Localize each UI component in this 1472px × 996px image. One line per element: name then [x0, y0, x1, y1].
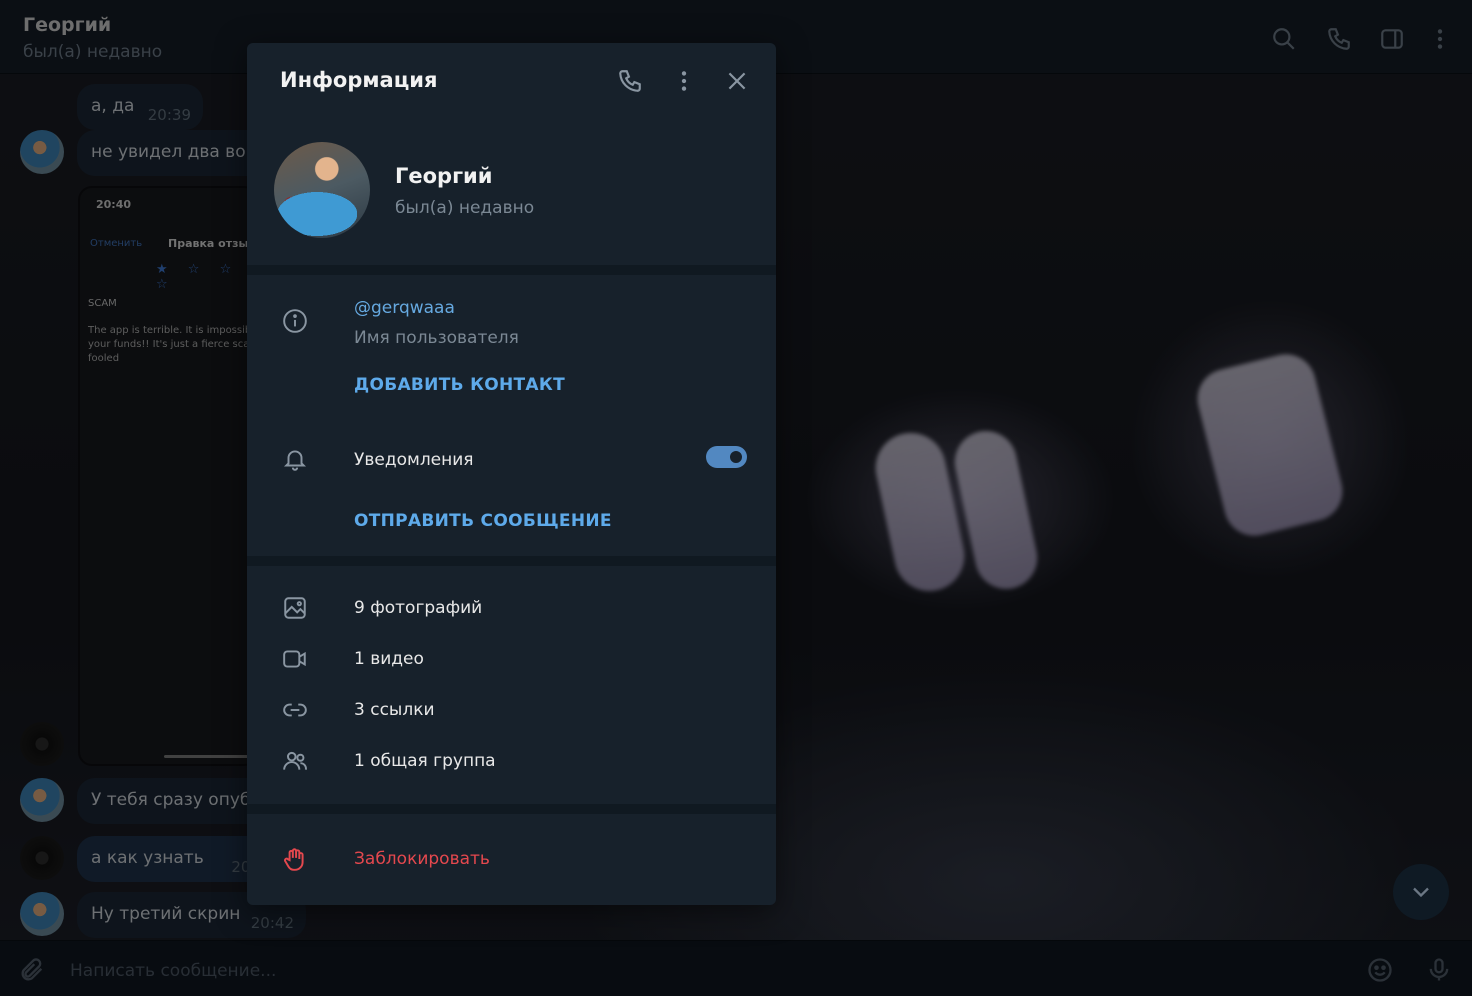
username-value[interactable]: @gerqwaaa: [354, 298, 455, 318]
add-contact-button[interactable]: ДОБАВИТЬ КОНТАКТ: [354, 375, 565, 395]
common-groups[interactable]: 1 общая группа: [354, 751, 496, 771]
scroll-down-button[interactable]: [1393, 864, 1449, 920]
notifications-toggle[interactable]: [706, 446, 747, 468]
close-icon[interactable]: [723, 67, 751, 95]
chevron-down-icon: [1413, 887, 1429, 898]
notifications-label: Уведомления: [354, 450, 474, 470]
info-icon: [281, 307, 309, 335]
info-panel: Информация Георгий был(а) недавно @gerqw…: [247, 43, 776, 905]
link-icon: [281, 696, 309, 724]
more-icon[interactable]: [670, 67, 698, 95]
media-links[interactable]: 3 ссылки: [354, 700, 435, 720]
send-message-button[interactable]: ОТПРАВИТЬ СООБЩЕНИЕ: [354, 511, 612, 531]
video-icon: [281, 645, 309, 673]
profile-name: Георгий: [395, 164, 493, 188]
panel-title: Информация: [280, 68, 438, 92]
group-icon: [281, 747, 309, 775]
section-divider: [247, 556, 776, 566]
profile-status: был(а) недавно: [395, 198, 535, 218]
media-photos[interactable]: 9 фотографий: [354, 598, 482, 618]
phone-icon[interactable]: [616, 67, 644, 95]
media-videos[interactable]: 1 видео: [354, 649, 424, 669]
section-divider: [247, 265, 776, 275]
username-caption: Имя пользователя: [354, 328, 519, 348]
bell-icon: [281, 445, 309, 473]
section-divider: [247, 804, 776, 814]
toggle-knob: [727, 448, 745, 466]
photo-icon: [281, 594, 309, 622]
hand-block-icon: [281, 845, 309, 873]
profile-avatar[interactable]: [274, 142, 370, 238]
block-button[interactable]: Заблокировать: [354, 849, 490, 869]
